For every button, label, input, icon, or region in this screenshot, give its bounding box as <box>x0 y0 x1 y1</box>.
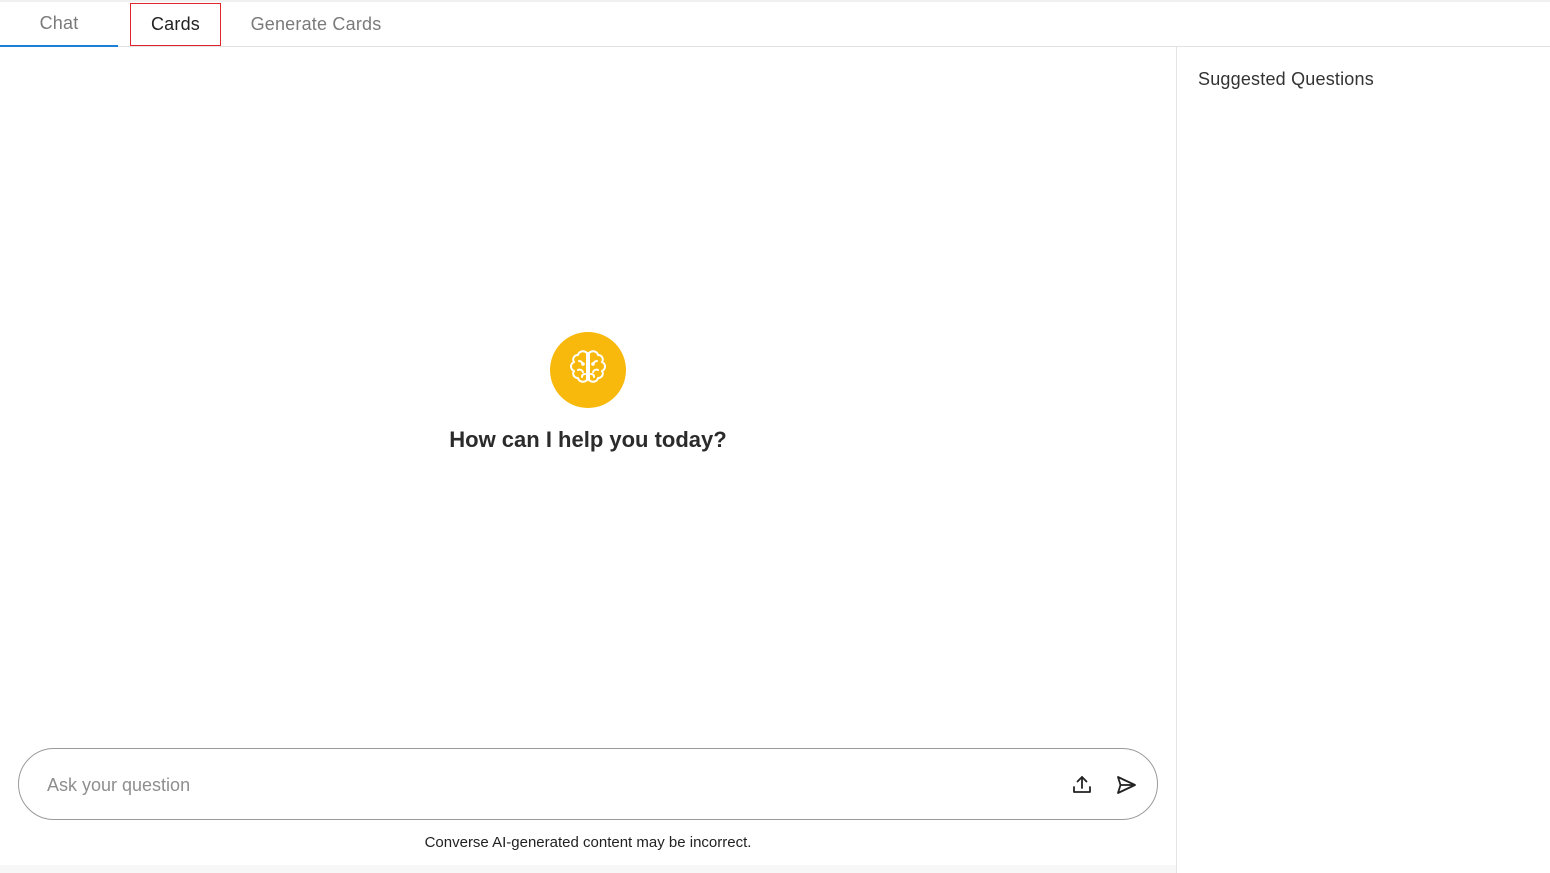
assistant-avatar <box>550 332 626 408</box>
tab-cards[interactable]: Cards <box>130 3 221 46</box>
suggested-questions-panel: Suggested Questions <box>1176 47 1550 873</box>
question-box <box>18 748 1158 820</box>
suggested-questions-title: Suggested Questions <box>1198 69 1374 89</box>
upload-button[interactable] <box>1068 771 1096 799</box>
upload-icon <box>1073 776 1091 793</box>
bottom-strip <box>0 865 1176 873</box>
tab-generate-cards[interactable]: Generate Cards <box>236 2 396 47</box>
brain-icon <box>570 350 606 383</box>
tab-cards-label: Cards <box>150 14 200 34</box>
tab-chat[interactable]: Chat <box>0 2 118 47</box>
welcome-message: How can I help you today? <box>449 427 727 452</box>
app-root: Chat Cards Generate Cards How can I help… <box>0 0 1550 873</box>
send-button[interactable] <box>1112 771 1140 799</box>
chat-panel: How can I help you today? Converse AI-ge… <box>0 47 1176 865</box>
ai-disclaimer: Converse AI-generated content may be inc… <box>424 834 752 851</box>
question-input[interactable] <box>47 767 1047 803</box>
tab-chat-label: Chat <box>39 13 79 33</box>
tab-bar: Chat Cards Generate Cards <box>0 0 1550 47</box>
send-icon <box>1117 776 1136 794</box>
tab-generate-cards-label: Generate Cards <box>250 14 382 34</box>
